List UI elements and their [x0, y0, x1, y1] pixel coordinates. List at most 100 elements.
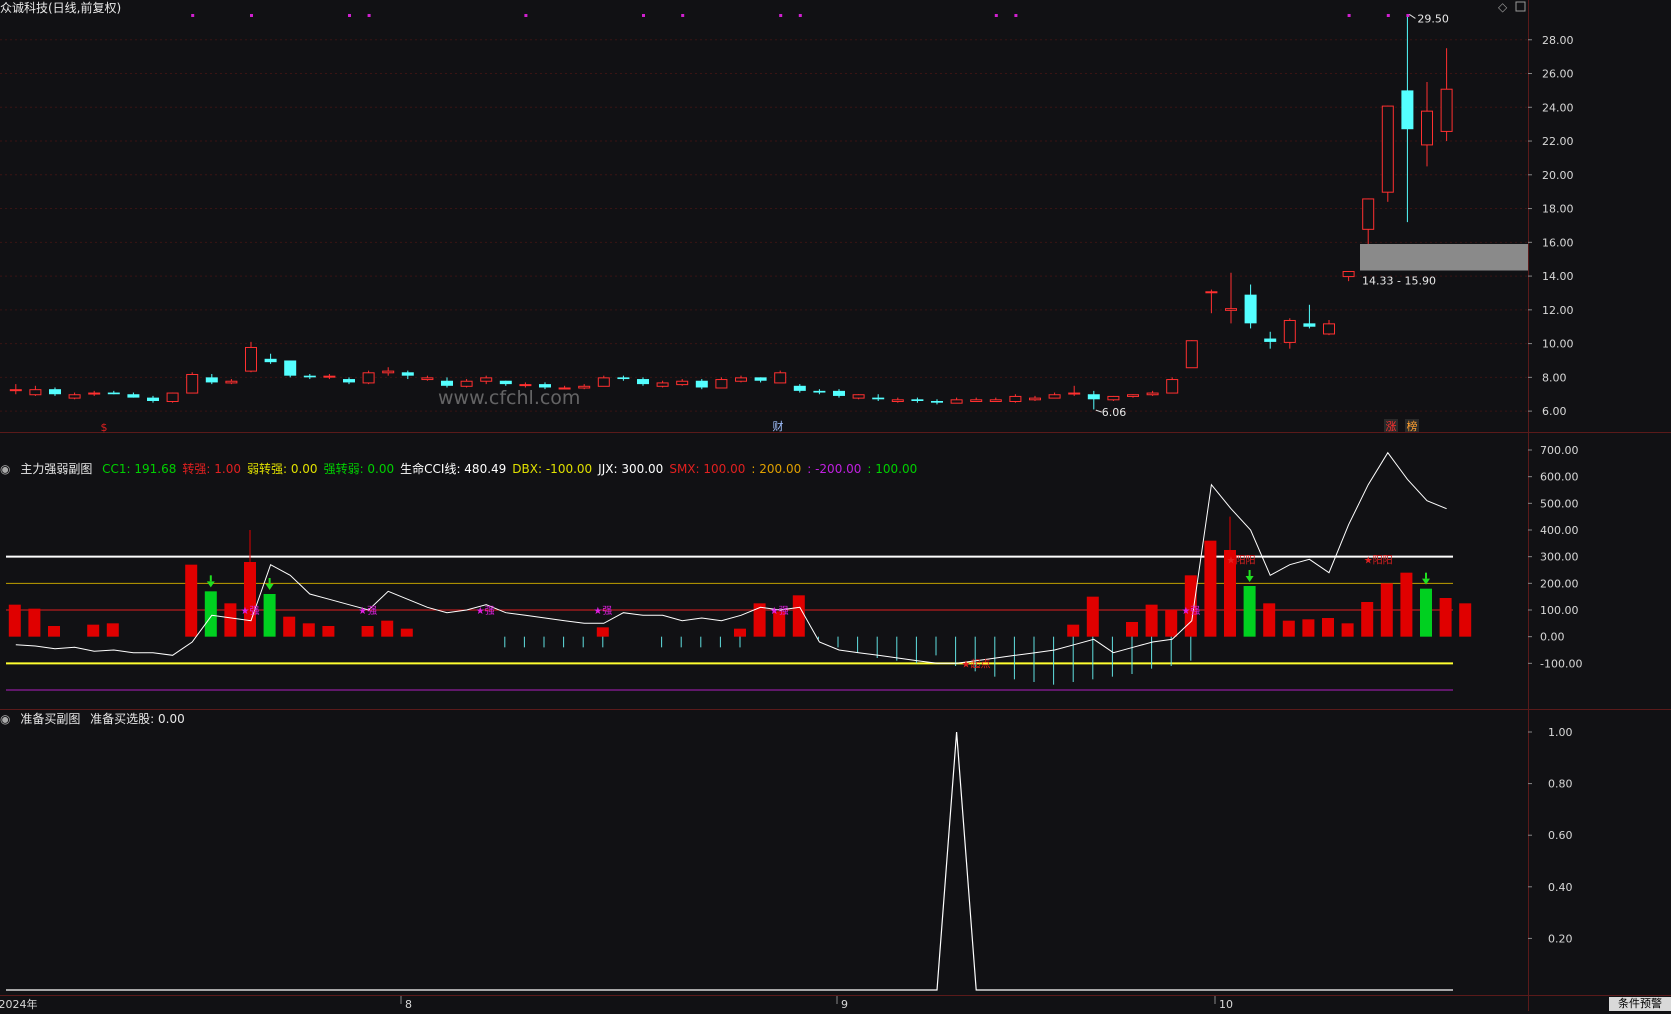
- stock-title[interactable]: 众诚科技(日线,前复权): [0, 1, 121, 15]
- cc1-bar: [322, 626, 335, 637]
- candle-body: [88, 392, 101, 395]
- signal-dot: [524, 14, 528, 17]
- cc1-bar: [283, 616, 296, 637]
- candle-body: [49, 389, 61, 395]
- candle-body: [1342, 271, 1355, 278]
- candle-body: [774, 372, 787, 384]
- candle-body: [1087, 394, 1100, 400]
- indicator-value: 转强: 1.00: [182, 462, 241, 476]
- sub1-axis-label: 600.00: [1540, 471, 1579, 484]
- candle-body: [1401, 90, 1414, 130]
- sub1-axis-label: 700.00: [1540, 444, 1579, 457]
- price-axis-label: 8.00: [1542, 371, 1567, 384]
- time-axis-label: 2024年: [0, 997, 38, 1011]
- candle-body: [1068, 392, 1081, 395]
- price-axis-label: 10.00: [1542, 338, 1574, 351]
- candle-body: [245, 346, 257, 372]
- cc1-bar: [1263, 603, 1276, 637]
- price-axis-label: 14.00: [1542, 270, 1574, 283]
- cc1-bar: [87, 624, 100, 637]
- sub1-collapse-icon[interactable]: ◉: [0, 462, 10, 476]
- candle-body: [166, 392, 179, 402]
- cc1-bar: [1380, 583, 1393, 637]
- sub1-header: ◉ 主力强弱副图 CC1: 191.68 转强: 1.00 弱转强: 0.00 强转弱…: [0, 461, 929, 477]
- candle-body: [1381, 105, 1394, 193]
- candle-body: [656, 382, 669, 387]
- scroll-icon: [1515, 1, 1526, 12]
- candle-body: [891, 399, 904, 402]
- sub2-axis-label: 1.00: [1548, 726, 1573, 739]
- signal-dot: [1406, 14, 1410, 17]
- price-axis-label: 22.00: [1542, 135, 1574, 148]
- low-price-label: 6.06: [1102, 406, 1127, 419]
- candle-body: [735, 377, 747, 382]
- candle-body: [637, 379, 649, 385]
- sub1-name[interactable]: 主力强弱副图: [20, 462, 92, 476]
- candle-body: [107, 392, 120, 395]
- signal-dot: [994, 14, 998, 17]
- candle-body: [343, 379, 355, 383]
- indicator-value: : -200.00: [807, 462, 862, 476]
- candle-body: [1146, 392, 1159, 396]
- cc1-bar: [1459, 603, 1472, 637]
- sub2-collapse-icon[interactable]: ◉: [0, 712, 10, 726]
- cc1-bar: [734, 628, 746, 637]
- candle-body: [1362, 198, 1375, 230]
- candle-body: [1283, 319, 1296, 343]
- candle-body: [1127, 394, 1139, 397]
- candle-body: [1440, 88, 1453, 132]
- cc1-bar: [1361, 602, 1374, 637]
- time-axis-label: 10: [1219, 998, 1233, 1011]
- sub2-value: 准备买选股: 0.00: [90, 712, 185, 726]
- price-axis-label: 24.00: [1542, 101, 1574, 114]
- chart-canvas[interactable]: ◇ 28.00 26.00 24.00 22.00 20.00 18.00 16.00 14.0…: [0, 0, 1671, 1011]
- alert-button[interactable]: 条件预警: [1609, 997, 1671, 1011]
- indicator-value: 强转弱: 0.00: [323, 462, 395, 476]
- indicator-value: : 100.00: [867, 462, 918, 476]
- high-price-label: 29.50: [1417, 12, 1449, 25]
- sub1-axis-label: 300.00: [1540, 551, 1579, 564]
- qiang-annotation: ★强: [1181, 605, 1200, 617]
- candle-body: [715, 379, 728, 389]
- cc1-bar: [1420, 588, 1432, 637]
- ranking-marker: 榜: [1407, 419, 1418, 433]
- candle-body: [29, 389, 42, 396]
- green-arrow-icon: [206, 581, 215, 588]
- candle-body: [597, 377, 610, 387]
- candle-body: [970, 399, 983, 402]
- candle-body: [499, 380, 512, 385]
- indicator-value: SMX: 100.00: [669, 462, 746, 476]
- candle-body: [676, 380, 689, 386]
- cc1-bar: [1302, 619, 1315, 637]
- cc1-bar: [753, 603, 766, 637]
- candle-body: [401, 372, 414, 376]
- cc1-bar: [1204, 540, 1217, 637]
- cc1-bar: [1145, 604, 1158, 637]
- cc1-bar: [28, 608, 41, 637]
- candle-body: [833, 390, 845, 396]
- candle-body: [989, 399, 1002, 402]
- yang-annotation: ★阳阳: [1364, 554, 1393, 566]
- candle-body: [303, 375, 316, 378]
- indicator-value: : 200.00: [751, 462, 802, 476]
- indicator-value: DBX: -100.00: [512, 462, 593, 476]
- zone-label: 14.33 - 15.90: [1362, 275, 1436, 288]
- cc1-bar: [1341, 623, 1354, 637]
- candle-body: [127, 394, 140, 398]
- cc1-bar: [1322, 618, 1334, 637]
- candle-body: [1303, 323, 1316, 327]
- candle-body: [1225, 308, 1237, 311]
- candle-body: [931, 400, 943, 403]
- chart-stage: ◇ 28.00 26.00 24.00 22.00 20.00 18.00 16.00 14.0…: [0, 0, 1671, 1011]
- qiang-annotation: ★强: [358, 605, 377, 617]
- candle-body: [68, 394, 81, 399]
- signal-dot: [348, 14, 351, 17]
- candle-body: [872, 397, 885, 400]
- sub2-name[interactable]: 准备买副图: [20, 712, 80, 726]
- signal-dot: [642, 14, 645, 17]
- candle-body: [264, 358, 277, 363]
- candle-body: [695, 380, 708, 388]
- candle-body: [1421, 110, 1433, 146]
- cc1-bar: [1282, 620, 1295, 637]
- price-axis-label: 20.00: [1542, 169, 1574, 182]
